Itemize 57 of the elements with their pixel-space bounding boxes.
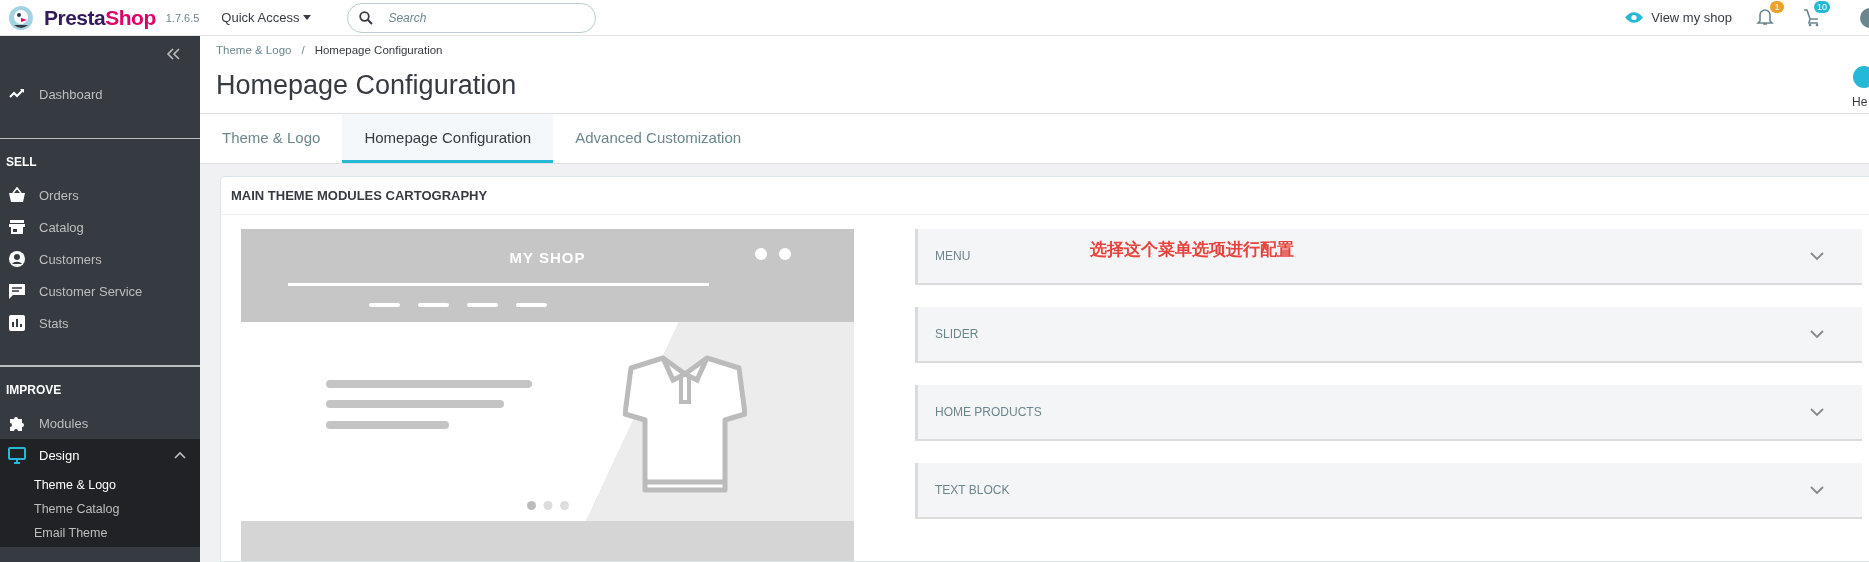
breadcrumb-link[interactable]: Homepage Configuration (314, 44, 443, 56)
view-shop-link[interactable]: View my shop (1625, 10, 1732, 25)
search-icon (359, 10, 374, 25)
caret-icon (303, 15, 312, 20)
quick-access-dropdown[interactable]: Quick Access (215, 9, 318, 26)
brand-name: PrestaShop (44, 5, 156, 30)
sidebar-item[interactable]: Customer Service (0, 275, 200, 307)
submenu-item[interactable]: Theme & Logo (0, 473, 200, 497)
notification-badge: 10 (1814, 0, 1830, 13)
module-panel[interactable]: SLIDER (915, 307, 1862, 363)
sidebar-label: Customer Service (39, 283, 143, 299)
module-panel[interactable]: TEXT BLOCK (915, 463, 1862, 519)
module-panel[interactable]: HOME PRODUCTS (915, 385, 1862, 441)
tab[interactable]: Theme & Logo (200, 114, 343, 163)
sidebar-label: Customers (39, 251, 102, 267)
panel-title: HOME PRODUCTS (935, 405, 1042, 419)
eye-icon (1625, 12, 1644, 23)
panel-title: MENU (935, 249, 971, 263)
chevron-down-icon[interactable] (1810, 251, 1824, 261)
sidebar-label: Catalog (39, 219, 84, 235)
tab[interactable]: Advanced Customization (553, 114, 764, 163)
logo-icon (8, 4, 34, 31)
notification-badge: 1 (1770, 0, 1784, 13)
card-title: MAIN THEME MODULES CARTOGRAPHY (221, 177, 1869, 215)
annotation-text: 选择这个菜单选项进行配置 (1090, 238, 1294, 261)
version-label: 1.7.6.5 (165, 11, 200, 24)
shirt-icon (623, 354, 747, 494)
carousel-dots-icon (527, 501, 569, 510)
submenu-item[interactable]: Theme Catalog (0, 497, 200, 521)
sidebar-item[interactable]: Orders (0, 179, 200, 211)
sidebar-label: Orders (39, 187, 79, 203)
breadcrumb-separator: / (301, 44, 305, 56)
sidebar-item[interactable]: Catalog (0, 211, 200, 243)
sidebar-item[interactable]: Customers (0, 243, 200, 275)
page-title: Homepage Configuration (216, 70, 518, 101)
search-field[interactable]: Search (347, 2, 597, 33)
chevron-down-icon[interactable] (1810, 407, 1824, 417)
submenu-item[interactable]: Email Theme (0, 521, 200, 545)
panel-title: TEXT BLOCK (935, 483, 1010, 497)
bell-icon[interactable] (1756, 6, 1774, 27)
sidebar-label: Stats (39, 315, 69, 331)
sidebar-item[interactable]: Stats (0, 307, 200, 339)
sidebar-item[interactable]: Dashboard (0, 78, 200, 110)
section-heading: IMPROVE (5, 382, 63, 399)
shop-name: MY SHOP (508, 249, 587, 266)
sidebar-label: Dashboard (39, 86, 103, 102)
sidebar-item[interactable]: Modules (0, 407, 200, 439)
chevron-down-icon[interactable] (1810, 485, 1824, 495)
help-label[interactable]: He (1852, 95, 1868, 109)
tab[interactable]: Homepage Configuration (342, 114, 554, 163)
sidebar-label: Modules (39, 415, 89, 431)
panel-title: SLIDER (935, 327, 979, 341)
sidebar-label: Design (39, 447, 80, 463)
help-icon[interactable] (1852, 65, 1869, 89)
chevron-down-icon[interactable] (1810, 329, 1824, 339)
breadcrumb-link[interactable]: Theme & Logo (216, 44, 292, 56)
section-heading: SELL (5, 154, 38, 171)
